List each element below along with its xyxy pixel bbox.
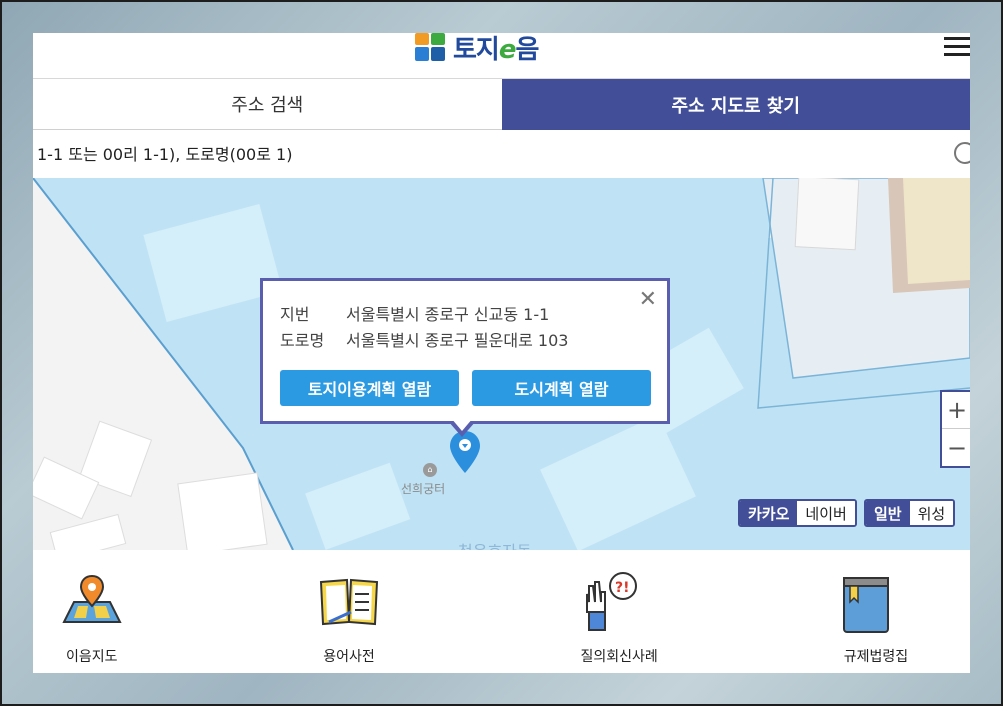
map-provider-toggle: 카카오 네이버 bbox=[738, 499, 857, 527]
zoom-control: + − bbox=[940, 390, 970, 468]
question-hand-icon: ?! bbox=[585, 572, 637, 631]
jibun-row: 지번 서울특별시 종로구 신교동 1-1 bbox=[280, 301, 549, 325]
map-view[interactable]: ⌂ 선희궁터 청운효자동 ✕ 지번 서울특별시 종로구 신교동 1-1 도로명 … bbox=[33, 178, 970, 550]
zoom-out-button[interactable]: − bbox=[942, 429, 970, 466]
close-icon[interactable]: ✕ bbox=[639, 289, 657, 311]
svg-text:?!: ?! bbox=[615, 580, 630, 596]
address-info-popup: ✕ 지번 서울특별시 종로구 신교동 1-1 도로명 서울특별시 종로구 필운대… bbox=[260, 278, 670, 437]
logo-mark-icon bbox=[415, 33, 447, 61]
road-address-row: 도로명 서울특별시 종로구 필운대로 103 bbox=[280, 327, 568, 351]
zoom-in-button[interactable]: + bbox=[942, 392, 970, 429]
road-address-value: 서울특별시 종로구 필운대로 103 bbox=[346, 331, 569, 350]
jibun-label: 지번 bbox=[280, 305, 310, 324]
header: 토지e음 bbox=[33, 33, 970, 79]
poi-label: 선희궁터 bbox=[401, 482, 446, 496]
nav-item-eum-map[interactable]: 이음지도 bbox=[33, 550, 267, 673]
open-book-icon bbox=[320, 578, 379, 626]
logo-text: 토지e음 bbox=[453, 34, 539, 65]
urban-plan-button[interactable]: 도시계획 열람 bbox=[472, 370, 651, 406]
nav-label-eum-map: 이음지도 bbox=[66, 649, 118, 665]
nav-item-regulations[interactable]: 규제법령집 bbox=[736, 550, 970, 673]
location-marker-icon[interactable] bbox=[450, 431, 480, 473]
land-use-plan-button[interactable]: 토지이용계획 열람 bbox=[280, 370, 459, 406]
area-label: 청운효자동 bbox=[458, 538, 532, 550]
tab-address-search[interactable]: 주소 검색 bbox=[33, 79, 502, 130]
jibun-value: 서울특별시 종로구 신교동 1-1 bbox=[346, 305, 550, 324]
nav-label-glossary: 용어사전 bbox=[323, 649, 375, 665]
road-address-label: 도로명 bbox=[280, 331, 325, 350]
provider-naver-button[interactable]: 네이버 bbox=[797, 501, 855, 525]
map-view-toggle: 일반 위성 bbox=[864, 499, 956, 527]
provider-kakao-button[interactable]: 카카오 bbox=[740, 501, 798, 525]
tab-bar: 주소 검색 주소 지도로 찾기 bbox=[33, 79, 970, 130]
search-input[interactable] bbox=[33, 134, 933, 174]
logo[interactable]: 토지e음 bbox=[415, 33, 539, 65]
app-window: 토지e음 주소 검색 주소 지도로 찾기 ⌂ bbox=[33, 33, 970, 673]
popup-tail bbox=[448, 418, 476, 437]
tab-find-on-map[interactable]: 주소 지도로 찾기 bbox=[501, 79, 970, 130]
view-normal-button[interactable]: 일반 bbox=[866, 501, 910, 525]
heritage-poi-icon[interactable]: ⌂ bbox=[423, 463, 437, 477]
map-pin-icon bbox=[62, 574, 122, 623]
law-book-icon bbox=[842, 577, 889, 633]
nav-item-glossary[interactable]: 용어사전 bbox=[267, 550, 501, 673]
bottom-nav: 이음지도 용어사전 ?! 질의회신사례 규제법령집 bbox=[33, 550, 970, 673]
view-satellite-button[interactable]: 위성 bbox=[909, 501, 954, 525]
nav-label-regulations: 규제법령집 bbox=[843, 649, 909, 665]
hamburger-menu-icon[interactable] bbox=[944, 37, 970, 56]
search-icon[interactable] bbox=[954, 142, 970, 164]
nav-item-qna-cases[interactable]: ?! 질의회신사례 bbox=[502, 550, 736, 673]
search-bar bbox=[33, 130, 970, 178]
